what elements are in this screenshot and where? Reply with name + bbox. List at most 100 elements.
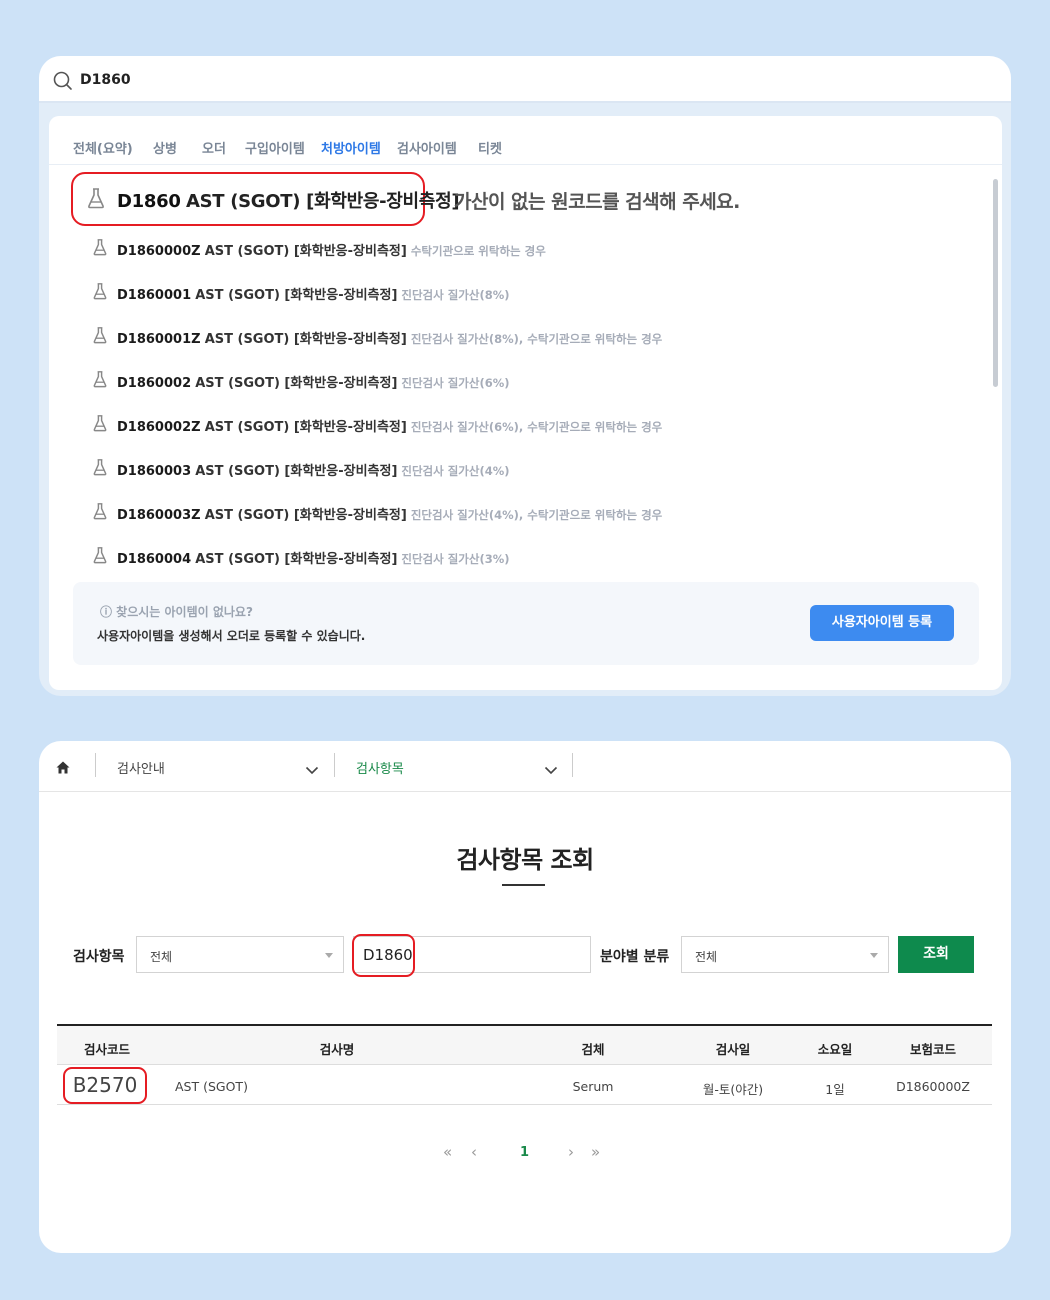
column-header-code: 검사코드 [83, 1042, 131, 1057]
flask-icon [92, 282, 108, 304]
result-item[interactable]: D1860003 AST (SGOT) [화학반응-장비측정] 진단검사 질가산(… [49, 450, 969, 486]
chevron-down-icon[interactable] [305, 760, 319, 779]
search-icon [53, 71, 73, 95]
code-input-highlight [352, 934, 415, 977]
missing-item-notice: ⓘ 찾으시는 아이템이 없나요? 사용자아이템을 생성해서 오더로 등록할 수 … [73, 582, 979, 665]
breadcrumb-divider [572, 753, 573, 777]
column-header-duration: 소요일 [817, 1042, 853, 1057]
result-code: D1860001 [117, 288, 192, 303]
tab-all-summary[interactable]: 전체(요약) [73, 138, 133, 157]
row-test-name: AST (SGOT) [175, 1079, 248, 1094]
column-header-insurance-code: 보험코드 [909, 1042, 957, 1057]
result-name: AST (SGOT) [화학반응-장비측정] [204, 420, 407, 435]
search-results-dropdown: 전체(요약) 상병 오더 구입아이템 처방아이템 검사아이템 티켓 D1860 … [49, 116, 1002, 690]
row-test-day: 월-토(야간) [702, 1082, 764, 1097]
result-item-highlighted[interactable]: D1860 AST (SGOT) [화학반응-장비측정] [71, 172, 460, 226]
chevron-down-icon[interactable] [544, 760, 558, 779]
row-duration: 1일 [825, 1082, 845, 1097]
row-insurance-code: D1860000Z [896, 1079, 970, 1094]
result-note: 진단검사 질가산(8%), 수탁기관으로 위탁하는 경우 [410, 332, 663, 346]
result-item[interactable]: D1860002 AST (SGOT) [화학반응-장비측정] 진단검사 질가산(… [49, 362, 969, 398]
category-label: 분야별 분류 [600, 949, 670, 965]
result-item[interactable]: D1860001Z AST (SGOT) [화학반응-장비측정] 진단검사 질가산… [49, 318, 969, 354]
result-note: 진단검사 질가산(6%), 수탁기관으로 위탁하는 경우 [410, 420, 663, 434]
result-note: 진단검사 질가산(4%), 수탁기관으로 위탁하는 경우 [410, 508, 663, 522]
result-code: D1860 [117, 191, 181, 212]
result-name: AST (SGOT) [화학반응-장비측정] [204, 508, 407, 523]
page-first-button[interactable]: « [443, 1143, 452, 1161]
table-row[interactable]: B2570 AST (SGOT) Serum 월-토(야간) 1일 D18600… [57, 1066, 992, 1105]
category-select[interactable]: 전체 [681, 936, 889, 973]
search-query-text[interactable]: D1860 [80, 72, 131, 88]
home-icon[interactable] [56, 759, 70, 778]
page-title: 검사항목 조회 [456, 846, 594, 874]
flask-icon [92, 238, 108, 260]
result-note: 진단검사 질가산(3%) [401, 552, 510, 566]
result-code: D1860002Z [117, 420, 201, 435]
result-note: 진단검사 질가산(6%) [401, 376, 510, 390]
result-name: AST (SGOT) [화학반응-장비측정] [204, 244, 407, 259]
page-prev-button[interactable]: ‹ [471, 1143, 477, 1161]
result-tabs: 전체(요약) 상병 오더 구입아이템 처방아이템 검사아이템 티켓 [49, 116, 1002, 165]
result-name: AST (SGOT) [화학반응-장비측정] [204, 332, 407, 347]
result-item[interactable]: D1860004 AST (SGOT) [화학반응-장비측정] 진단검사 질가산(… [49, 538, 969, 574]
column-header-test-day: 검사일 [715, 1042, 751, 1057]
result-note: 진단검사 질가산(4%) [401, 464, 510, 478]
result-code: D1860003 [117, 464, 192, 479]
hint-text: 가산이 없는 원코드를 검색해 주세요. [454, 191, 740, 213]
flask-icon [92, 546, 108, 568]
breadcrumb: 검사안내 검사항목 [39, 741, 1011, 792]
column-header-specimen: 검체 [581, 1042, 605, 1057]
page-next-button[interactable]: › [568, 1143, 574, 1161]
flask-icon [86, 187, 106, 213]
row-test-code[interactable]: B2570 [63, 1067, 147, 1104]
flask-icon [92, 326, 108, 348]
test-item-label: 검사항목 [73, 949, 125, 965]
table-header: 검사코드 검사명 검체 검사일 소요일 보험코드 [57, 1026, 992, 1065]
pagination: « ‹ 1 › » [39, 1141, 1011, 1165]
result-note: 수탁기관으로 위탁하는 경우 [410, 244, 546, 258]
order-search-panel: D1860 전체(요약) 상병 오더 구입아이템 처방아이템 검사아이템 티켓 … [39, 56, 1011, 696]
title-underline [502, 884, 545, 886]
flask-icon [92, 414, 108, 436]
test-item-lookup-panel: 검사안내 검사항목 검사항목 조회 검사항목 전체 D1860 분야별 분류 전… [39, 741, 1011, 1253]
row-specimen: Serum [572, 1079, 614, 1094]
result-note: 진단검사 질가산(8%) [401, 288, 510, 302]
search-button[interactable]: 조회 [898, 936, 974, 973]
result-name: AST (SGOT) [화학반응-장비측정] [195, 552, 398, 567]
test-item-select[interactable]: 전체 [136, 936, 344, 973]
result-name: AST (SGOT) [화학반응-장비측정] [185, 191, 460, 212]
column-header-name: 검사명 [319, 1042, 355, 1057]
select-arrow-icon [870, 953, 878, 958]
notice-description: 사용자아이템을 생성해서 오더로 등록할 수 있습니다. [97, 629, 366, 643]
flask-icon [92, 370, 108, 392]
page-current[interactable]: 1 [520, 1145, 529, 1160]
tab-ticket[interactable]: 티켓 [478, 138, 502, 157]
tab-test-item[interactable]: 검사아이템 [397, 138, 457, 157]
tab-disease[interactable]: 상병 [153, 138, 177, 157]
result-item[interactable]: D1860003Z AST (SGOT) [화학반응-장비측정] 진단검사 질가산… [49, 494, 969, 530]
flask-icon [92, 502, 108, 524]
result-code: D1860004 [117, 552, 192, 567]
page-last-button[interactable]: » [591, 1143, 600, 1161]
result-item[interactable]: D1860001 AST (SGOT) [화학반응-장비측정] 진단검사 질가산(… [49, 274, 969, 310]
result-code: D1860001Z [117, 332, 201, 347]
breadcrumb-item-test-guide[interactable]: 검사안내 [117, 758, 165, 777]
results-scrollbar[interactable] [993, 179, 998, 387]
order-search-bar[interactable]: D1860 [39, 56, 1011, 103]
tab-order[interactable]: 오더 [202, 138, 226, 157]
result-code: D1860002 [117, 376, 192, 391]
breadcrumb-divider [95, 753, 96, 777]
tab-prescription-item[interactable]: 처방아이템 [321, 138, 381, 157]
test-item-select-value: 전체 [150, 950, 173, 964]
result-name: AST (SGOT) [화학반응-장비측정] [195, 464, 398, 479]
result-code: D1860003Z [117, 508, 201, 523]
breadcrumb-item-test-items[interactable]: 검사항목 [356, 758, 404, 777]
tab-purchase-item[interactable]: 구입아이템 [245, 138, 305, 157]
result-item[interactable]: D1860000Z AST (SGOT) [화학반응-장비측정] 수탁기관으로 위… [49, 230, 969, 266]
result-item[interactable]: D1860002Z AST (SGOT) [화학반응-장비측정] 진단검사 질가산… [49, 406, 969, 442]
flask-icon [92, 458, 108, 480]
select-arrow-icon [325, 953, 333, 958]
register-user-item-button[interactable]: 사용자아이템 등록 [810, 605, 954, 641]
breadcrumb-divider [334, 753, 335, 777]
